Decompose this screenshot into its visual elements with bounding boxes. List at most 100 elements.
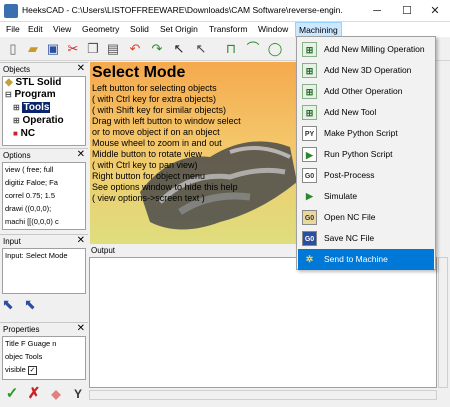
select-cursor-icon[interactable]: ↖ (170, 40, 188, 58)
output-text-area[interactable] (89, 257, 437, 388)
title-bar: HeeksCAD - C:\Users\LISTOFFREEWARE\Downl… (0, 0, 450, 22)
solid-icon: ◆ (5, 77, 13, 88)
paste-icon[interactable]: ▤ (104, 40, 122, 58)
post-process-icon: G0 (302, 168, 317, 183)
option-row[interactable]: digitiz Faloe; Fa (5, 178, 85, 189)
cut-icon[interactable]: ✂ (64, 40, 82, 58)
help-line: Left button for selecting objects (92, 83, 217, 93)
help-line: Drag with left button to window select (92, 116, 241, 126)
option-row[interactable]: drawi ((0,0,0); (5, 204, 85, 215)
save-icon[interactable]: ▣ (44, 40, 62, 58)
line-icon[interactable]: ⊓ (222, 40, 240, 58)
input-mode-text: Input: Select Mode (5, 251, 68, 260)
input-panel-header: Input ✕ (0, 234, 88, 248)
open-folder-icon[interactable]: ▰ (24, 40, 42, 58)
menu-machining[interactable]: Machining (295, 22, 342, 37)
pick-icon[interactable]: Y (68, 384, 88, 404)
help-line: ( with Shift key for similar objects) (92, 105, 227, 115)
output-vertical-scrollbar[interactable] (438, 257, 448, 388)
help-line: ( view options->screen text ) (92, 193, 205, 203)
menu-bar: File Edit View Geometry Solid Set Origin… (0, 22, 450, 37)
menu-item-simulate[interactable]: ▶ Simulate (298, 186, 434, 207)
filter-tool-icon[interactable]: ⬉ (24, 296, 44, 316)
menu-item-run-python-script[interactable]: ▶ Run Python Script (298, 144, 434, 165)
pointer-icon[interactable]: ↖ (192, 40, 210, 58)
tree-item-tools[interactable]: ⊞ Tools (13, 102, 51, 113)
menu-edit[interactable]: Edit (28, 24, 43, 34)
ok-check-icon[interactable]: ✓ (2, 384, 22, 404)
arc-icon[interactable]: ⌒ (244, 40, 262, 58)
viewport-mode-title: Select Mode (92, 64, 186, 81)
tree-item-operations[interactable]: ⊞ Operatio (13, 115, 64, 126)
close-icon[interactable]: ✕ (77, 235, 85, 246)
milling-op-icon: ⊞ (302, 42, 317, 57)
options-panel-title: Options (3, 151, 31, 160)
copy-icon[interactable]: ❐ (84, 40, 102, 58)
property-row[interactable]: objec Tools (5, 352, 85, 363)
cancel-x-icon[interactable]: ✗ (24, 384, 44, 404)
run-python-icon: ▶ (302, 147, 317, 162)
properties-panel-header: Properties ✕ (0, 322, 88, 336)
close-icon[interactable]: ✕ (77, 63, 85, 74)
menu-window[interactable]: Window (258, 24, 288, 34)
graphics-viewport[interactable]: Select Mode Left button for selecting ob… (90, 62, 297, 244)
tree-item-program[interactable]: ⊟ Program (5, 89, 56, 100)
property-row[interactable]: Title F Guage n (5, 339, 85, 350)
eraser-icon[interactable]: ◆ (46, 384, 66, 404)
menu-file[interactable]: File (6, 24, 20, 34)
circle-icon[interactable]: ◯ (266, 40, 284, 58)
objects-panel-title: Objects (3, 65, 31, 74)
menu-item-save-nc-file[interactable]: G0 Save NC File (298, 228, 434, 249)
menu-set-origin[interactable]: Set Origin (160, 24, 198, 34)
select-tool-icon[interactable]: ⬉ (2, 296, 22, 316)
window-title: HeeksCAD - C:\Users\LISTOFFREEWARE\Downl… (22, 5, 342, 15)
visible-checkbox[interactable]: ✓ (27, 365, 37, 375)
close-icon[interactable]: ✕ (77, 149, 85, 160)
open-nc-icon: G0 (302, 210, 317, 225)
help-line: Mouse wheel to zoom in and out (92, 138, 222, 148)
menu-solid[interactable]: Solid (130, 24, 149, 34)
properties-panel-title: Properties (3, 325, 40, 334)
minimize-button[interactable]: ─ (362, 0, 392, 22)
menu-transform[interactable]: Transform (209, 24, 247, 34)
menu-view[interactable]: View (53, 24, 71, 34)
redo-icon[interactable]: ↷ (148, 40, 166, 58)
tree-item-stl-solid[interactable]: ◆ STL Solid (5, 77, 61, 88)
input-panel-title: Input (3, 237, 21, 246)
output-panel-title: Output (91, 246, 116, 255)
input-panel: Input: Select Mode (2, 248, 86, 294)
close-icon[interactable]: ✕ (77, 323, 85, 334)
menu-item-post-process[interactable]: G0 Post-Process (298, 165, 434, 186)
close-button[interactable]: ✕ (420, 0, 450, 22)
menu-item-open-nc-file[interactable]: G0 Open NC File (298, 207, 434, 228)
property-row[interactable]: visible ✓ (5, 365, 85, 376)
tree-item-nc[interactable]: ■ NC (13, 128, 35, 139)
objects-panel-header: Objects ✕ (0, 62, 88, 76)
option-row[interactable]: machi [[(0,0,0) c (5, 217, 85, 228)
help-line: or to move object if on an object (92, 127, 220, 137)
option-row[interactable]: view ( free; full (5, 165, 85, 176)
app-icon (4, 4, 18, 18)
new-file-icon[interactable]: ▯ (4, 40, 22, 58)
menu-item-make-python-script[interactable]: PY Make Python Script (298, 123, 434, 144)
output-horizontal-scrollbar[interactable] (89, 390, 437, 400)
menu-item-add-other-operation[interactable]: ⊞ Add Other Operation (298, 81, 434, 102)
help-line: ( with Ctrl key for extra objects) (92, 94, 217, 104)
menu-item-add-new-tool[interactable]: ⊞ Add New Tool (298, 102, 434, 123)
menu-geometry[interactable]: Geometry (82, 24, 119, 34)
save-nc-icon: G0 (302, 231, 317, 246)
menu-item-send-to-machine[interactable]: ✲ Send to Machine (298, 249, 434, 270)
help-line: See options window to hide this help (92, 182, 238, 192)
expand-icon: ⊞ (13, 116, 20, 125)
3d-op-icon: ⊞ (302, 63, 317, 78)
menu-item-add-milling-operation[interactable]: ⊞ Add New Milling Operation (298, 39, 434, 60)
expand-icon: ⊟ (5, 90, 12, 99)
send-machine-icon: ✲ (305, 254, 314, 264)
help-line: ( with Ctrl key to pan view) (92, 160, 198, 170)
expand-icon: ⊞ (13, 103, 20, 112)
undo-icon[interactable]: ↶ (126, 40, 144, 58)
options-grid: view ( free; full digitiz Faloe; Fa corr… (2, 162, 86, 230)
menu-item-add-3d-operation[interactable]: ⊞ Add New 3D Operation (298, 60, 434, 81)
option-row[interactable]: correl 0.75; 1.5 (5, 191, 85, 202)
maximize-button[interactable]: ☐ (392, 0, 422, 22)
